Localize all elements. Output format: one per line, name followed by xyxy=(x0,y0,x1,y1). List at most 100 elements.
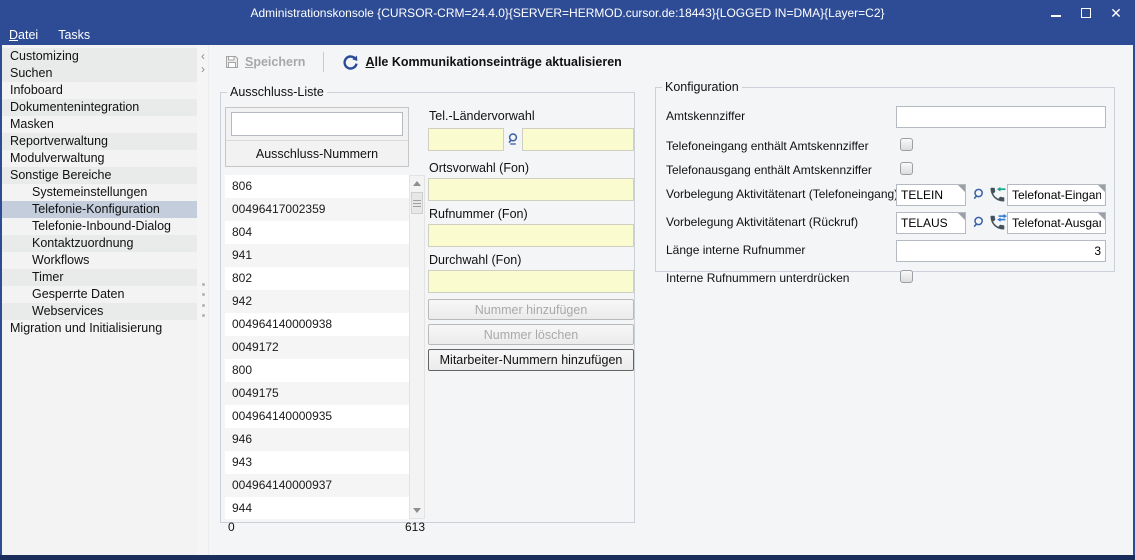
sidebar-item[interactable]: Kontaktzuordnung xyxy=(2,235,197,252)
splitter-grip-icon[interactable] xyxy=(202,283,205,317)
menu-datei-accel: D xyxy=(9,28,18,42)
activity-type-inbound-row: Vorbelegung Aktivitätenart (Telefoneinga… xyxy=(666,184,1106,208)
exclusion-number-row[interactable]: 802 xyxy=(225,267,409,290)
sidebar: CustomizingSuchenInfoboardDokumenteninte… xyxy=(2,45,197,555)
internal-number-length-input[interactable] xyxy=(896,240,1106,262)
amtskennziffer-row: Amtskennziffer xyxy=(666,106,1106,130)
exclusion-filter-input[interactable] xyxy=(231,112,403,136)
sidebar-item[interactable]: Webservices xyxy=(2,303,197,320)
sidebar-item[interactable]: Suchen xyxy=(2,65,197,82)
smart-field-corner-icon xyxy=(1098,185,1105,192)
sidebar-item[interactable]: Sonstige Bereiche xyxy=(2,167,197,184)
suppress-internal-label: Interne Rufnummern unterdrücken xyxy=(666,271,849,285)
internal-number-length-label: Länge interne Rufnummer xyxy=(666,243,805,257)
close-button[interactable]: ✕ xyxy=(1101,1,1131,25)
main-panel: Speichern Alle Kommunikationseinträge ak… xyxy=(209,45,1133,555)
country-search-icon[interactable] xyxy=(504,132,522,146)
inbound-trunk-row: Telefoneingang enthält Amtskennziffer xyxy=(666,136,1106,160)
sidebar-item[interactable]: Customizing xyxy=(2,48,197,65)
toolbar-separator xyxy=(323,52,324,72)
exclusion-number-row[interactable]: 004964140000938 xyxy=(225,313,409,336)
activity-inbound-search-icon[interactable] xyxy=(971,187,985,201)
sidebar-item[interactable]: Infoboard xyxy=(2,82,197,99)
sidebar-item[interactable]: Reportverwaltung xyxy=(2,133,197,150)
phone-incoming-icon[interactable] xyxy=(989,186,1007,203)
exclusion-number-row[interactable]: 946 xyxy=(225,428,409,451)
sidebar-item[interactable]: Timer xyxy=(2,269,197,286)
exclusion-number-row[interactable]: 004964140000937 xyxy=(225,474,409,497)
exclusion-number-row[interactable]: 00496417002359 xyxy=(225,198,409,221)
add-number-button[interactable]: Nummer hinzufügen xyxy=(428,299,634,320)
exclusion-number-row[interactable]: 944 xyxy=(225,497,409,519)
maximize-icon xyxy=(1081,8,1091,18)
save-button[interactable]: Speichern xyxy=(221,53,309,71)
outbound-trunk-checkbox[interactable] xyxy=(900,162,913,175)
area-code-label: Ortsvorwahl (Fon) xyxy=(429,161,529,175)
group-konfiguration: Konfiguration Amtskennziffer Telefoneing… xyxy=(655,80,1115,272)
maximize-button[interactable] xyxy=(1071,1,1101,25)
splitter-collapse-icons[interactable]: ‹› xyxy=(197,50,209,76)
smart-field-corner-icon xyxy=(958,185,965,192)
refresh-icon xyxy=(342,54,359,71)
country-code-row xyxy=(428,127,634,151)
amtskennziffer-input[interactable] xyxy=(896,106,1106,128)
phone-number-input[interactable] xyxy=(428,224,634,247)
activity-inbound-code-field xyxy=(896,184,966,206)
suppress-internal-row: Interne Rufnummern unterdrücken xyxy=(666,268,1106,292)
inbound-trunk-checkbox[interactable] xyxy=(900,138,913,151)
exclusion-number-row[interactable]: 941 xyxy=(225,244,409,267)
activity-callback-code-field xyxy=(896,212,966,234)
sidebar-item[interactable]: Migration und Initialisierung xyxy=(2,320,197,337)
extension-label: Durchwahl (Fon) xyxy=(429,253,521,267)
total-count: 613 xyxy=(405,520,425,534)
area-code-input[interactable] xyxy=(428,178,634,201)
activity-type-callback-row: Vorbelegung Aktivitätenart (Rückruf) xyxy=(666,212,1106,236)
sidebar-splitter[interactable]: ‹› xyxy=(197,45,209,555)
toolbar: Speichern Alle Kommunikationseinträge ak… xyxy=(221,49,626,75)
smart-field-corner-icon xyxy=(958,213,965,220)
exclusion-number-row[interactable]: 004964140000935 xyxy=(225,405,409,428)
activity-callback-text-input[interactable] xyxy=(1007,212,1106,234)
exclusion-list-statusbar: 0 613 xyxy=(225,520,425,535)
activity-type-callback-label: Vorbelegung Aktivitätenart (Rückruf) xyxy=(666,215,858,229)
sidebar-item[interactable]: Dokumentenintegration xyxy=(2,99,197,116)
country-code-input[interactable] xyxy=(428,128,504,151)
sidebar-item[interactable]: Gesperrte Daten xyxy=(2,286,197,303)
sidebar-item[interactable]: Workflows xyxy=(2,252,197,269)
suppress-internal-checkbox[interactable] xyxy=(900,270,913,283)
exclusion-number-row[interactable]: 0049175 xyxy=(225,382,409,405)
activity-callback-search-icon[interactable] xyxy=(971,215,985,229)
outbound-trunk-row: Telefonausgang enthält Amtskennziffer xyxy=(666,160,1106,184)
phone-outgoing-icon[interactable] xyxy=(989,214,1007,231)
country-name-input[interactable] xyxy=(522,128,634,151)
menu-tasks[interactable]: Tasks xyxy=(58,26,90,45)
exclusion-list-header[interactable]: Ausschluss-Nummern xyxy=(226,140,408,166)
group-ausschluss-liste: Ausschluss-Liste Ausschluss-Nummern 8060… xyxy=(220,85,635,523)
minimize-button[interactable] xyxy=(1041,1,1071,25)
exclusion-number-row[interactable]: 804 xyxy=(225,221,409,244)
activity-type-inbound-label: Vorbelegung Aktivitätenart (Telefoneinga… xyxy=(666,187,898,201)
activity-inbound-code-input[interactable] xyxy=(896,184,966,206)
menu-datei[interactable]: Datei xyxy=(9,26,38,45)
activity-inbound-text-input[interactable] xyxy=(1007,184,1106,206)
sidebar-item[interactable]: Modulverwaltung xyxy=(2,150,197,167)
scroll-down-icon[interactable] xyxy=(410,503,424,518)
refresh-all-button[interactable]: Alle Kommunikationseinträge aktualisiere… xyxy=(338,52,625,73)
exclusion-number-row[interactable]: 943 xyxy=(225,451,409,474)
exclusion-number-row[interactable]: 806 xyxy=(225,175,409,198)
exclusion-number-row[interactable]: 0049172 xyxy=(225,336,409,359)
scroll-up-icon[interactable] xyxy=(410,176,424,191)
activity-callback-code-input[interactable] xyxy=(896,212,966,234)
sidebar-item[interactable]: Systemeinstellungen xyxy=(2,184,197,201)
add-employee-numbers-button[interactable]: Mitarbeiter-Nummern hinzufügen xyxy=(428,349,634,371)
exclusion-number-row[interactable]: 800 xyxy=(225,359,409,382)
extension-input[interactable] xyxy=(428,270,634,293)
sidebar-item[interactable]: Telefonie-Konfiguration xyxy=(2,201,197,218)
scrollbar-thumb[interactable] xyxy=(411,192,423,214)
exclusion-number-row[interactable]: 942 xyxy=(225,290,409,313)
sidebar-item[interactable]: Masken xyxy=(2,116,197,133)
outbound-trunk-label: Telefonausgang enthält Amtskennziffer xyxy=(666,163,872,177)
delete-number-button[interactable]: Nummer löschen xyxy=(428,324,634,345)
sidebar-item[interactable]: Telefonie-Inbound-Dialog xyxy=(2,218,197,235)
exclusion-list-scrollbar[interactable] xyxy=(409,175,425,519)
